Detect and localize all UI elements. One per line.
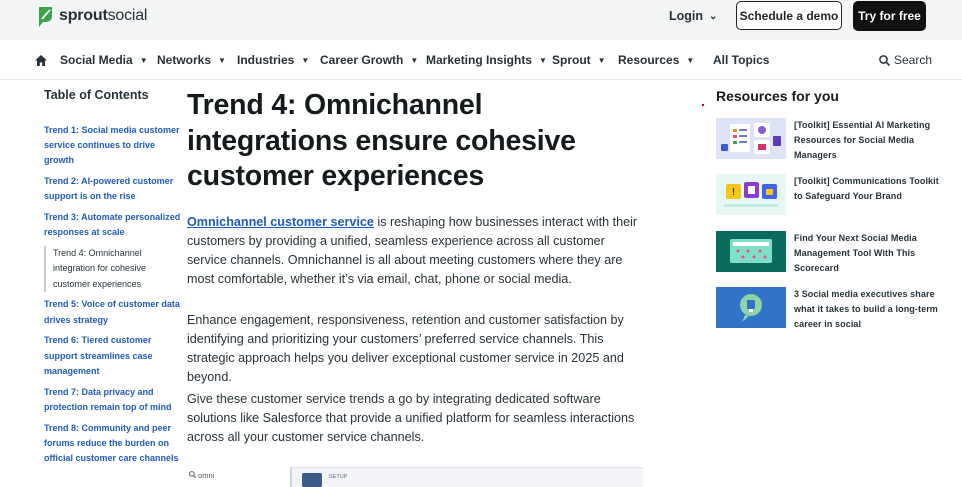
nav-sprout[interactable]: Sprout ▼ <box>552 53 606 67</box>
nav-label: Career Growth <box>320 53 404 67</box>
try-for-free-button[interactable]: Try for free <box>853 1 926 31</box>
preview-setup-label: SETUP <box>329 474 348 480</box>
nav-networks[interactable]: Networks ▼ <box>157 53 226 67</box>
omnichannel-link[interactable]: Omnichannel customer service <box>187 215 374 229</box>
nav-career-growth[interactable]: Career Growth ▼ <box>320 53 418 67</box>
paragraph-1: Omnichannel customer service is reshapin… <box>187 213 647 289</box>
login-menu[interactable]: Login ⌄ <box>669 9 717 23</box>
resource-title: [Toolkit] Essential AI Marketing Resourc… <box>794 120 931 160</box>
resources-title: Resources for you <box>716 88 839 104</box>
nav-label: Sprout <box>552 53 591 67</box>
home-icon[interactable] <box>35 53 47 71</box>
scorecard-thumbnail-icon <box>716 231 786 272</box>
decorative-dot <box>702 104 704 106</box>
nav-industries[interactable]: Industries ▼ <box>237 53 309 67</box>
toc-item-trend-4-active[interactable]: Trend 4: Omnichannel integration for coh… <box>44 246 184 292</box>
setup-gear-icon <box>302 473 322 487</box>
caret-down-icon: ▼ <box>139 55 148 65</box>
ai-toolkit-thumbnail-icon <box>716 118 786 159</box>
nav-label: Marketing Insights <box>426 53 533 67</box>
nav-resources[interactable]: Resources ▼ <box>618 53 694 67</box>
table-of-contents: Table of Contents Trend 1: Social media … <box>44 88 184 472</box>
resource-card-scorecard[interactable]: Find Your Next Social Media Management T… <box>716 231 956 273</box>
nav-label: Resources <box>618 53 680 67</box>
nav-label: Networks <box>157 53 212 67</box>
login-label: Login <box>669 9 704 23</box>
paragraph-2: Enhance engagement, responsiveness, rete… <box>187 313 624 384</box>
logo-wordmark: sproutsocial <box>59 7 148 24</box>
resource-title: 3 Social media executives share what it … <box>794 289 938 329</box>
schedule-demo-button[interactable]: Schedule a demo <box>736 1 842 30</box>
resource-title: [Toolkit] Communications Toolkit to Safe… <box>794 176 939 201</box>
search-label: Search <box>894 53 933 67</box>
caret-down-icon: ▼ <box>410 55 419 65</box>
section-heading: Trend 4: Omnichannel integrations ensure… <box>187 89 576 192</box>
paragraph-3: Give these customer service trends a go … <box>187 392 635 444</box>
toc-item-trend-1[interactable]: Trend 1: Social media customer service c… <box>44 123 184 169</box>
resource-card-ai-toolkit[interactable]: [Toolkit] Essential AI Marketing Resourc… <box>716 118 956 160</box>
caret-down-icon: ▼ <box>597 55 606 65</box>
preview-search: omni <box>189 471 214 480</box>
chevron-down-icon: ⌄ <box>709 10 718 22</box>
toc-item-trend-3[interactable]: Trend 3: Automate personalized responses… <box>44 210 184 240</box>
svg-text:!: ! <box>731 187 735 198</box>
nav-label: Social Media <box>60 53 133 67</box>
toc-title: Table of Contents <box>44 88 149 102</box>
preview-search-text: omni <box>198 471 215 480</box>
caret-down-icon: ▼ <box>301 55 310 65</box>
sprout-leaf-icon <box>39 7 52 27</box>
toc-item-trend-5[interactable]: Trend 5: Voice of customer data drives s… <box>44 297 184 327</box>
article-image-preview: omni SETUP <box>189 467 643 487</box>
nav-social-media[interactable]: Social Media ▼ <box>60 53 148 67</box>
sproutsocial-logo[interactable]: sproutsocial <box>37 4 147 28</box>
resource-title: Find Your Next Social Media Management T… <box>794 233 917 273</box>
caret-down-icon: ▼ <box>686 55 695 65</box>
communications-toolkit-thumbnail-icon: ! <box>716 174 786 215</box>
caret-down-icon: ▼ <box>539 55 547 65</box>
toc-item-trend-6[interactable]: Trend 6: Tiered customer support streaml… <box>44 333 184 379</box>
nav-marketing-insights[interactable]: Marketing Insights ▼ <box>426 53 547 67</box>
article-body: Trend 4: Omnichannel integrations ensure… <box>187 88 647 444</box>
main-nav: Social Media ▼ Networks ▼ Industries ▼ Care… <box>0 40 962 80</box>
nav-all-topics[interactable]: All Topics <box>713 53 769 67</box>
nav-label: Industries <box>237 53 295 67</box>
toc-item-trend-8[interactable]: Trend 8: Community and peer forums reduc… <box>44 421 184 467</box>
preview-panel: SETUP <box>290 467 643 487</box>
toc-item-trend-2[interactable]: Trend 2: AI-powered customer support is … <box>44 174 184 204</box>
executives-thumbnail-icon <box>716 287 786 328</box>
resource-card-executives[interactable]: 3 Social media executives share what it … <box>716 287 956 329</box>
search-icon <box>879 54 890 66</box>
resource-card-communications-toolkit[interactable]: ! [Toolkit] Communications Toolkit to Sa… <box>716 174 956 216</box>
nav-label: All Topics <box>713 53 770 67</box>
search-button[interactable]: Search <box>879 53 932 67</box>
search-icon <box>189 471 197 479</box>
top-header: sproutsocial Login ⌄ Schedule a demo Try… <box>0 0 962 40</box>
toc-item-trend-7[interactable]: Trend 7: Data privacy and protection rem… <box>44 385 184 415</box>
caret-down-icon: ▼ <box>218 55 226 65</box>
